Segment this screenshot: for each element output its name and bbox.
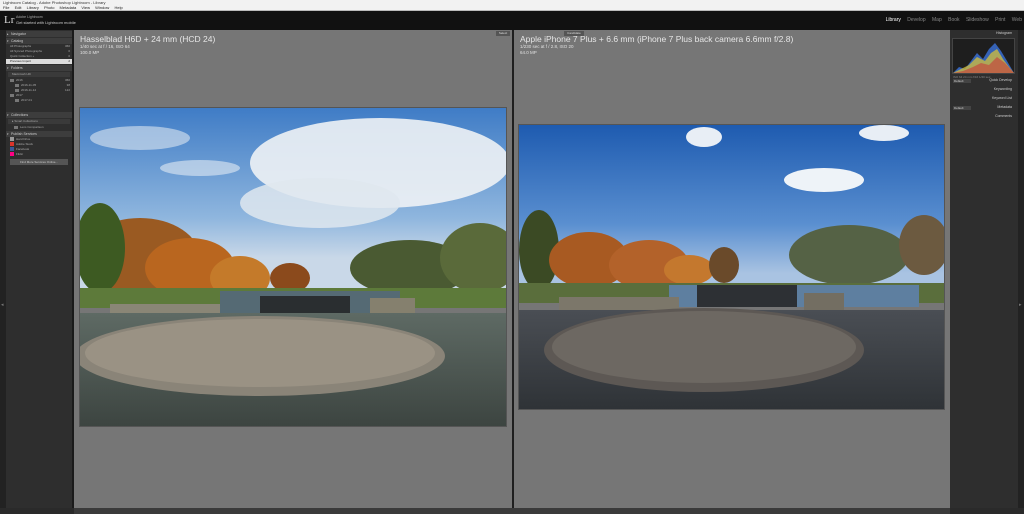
module-library[interactable]: Library bbox=[886, 17, 901, 23]
module-web[interactable]: Web bbox=[1012, 17, 1022, 23]
module-map[interactable]: Map bbox=[932, 17, 942, 23]
panel-spacer bbox=[6, 103, 72, 111]
right-panel-edge[interactable]: ▸ bbox=[1018, 30, 1024, 508]
menu-photo[interactable]: Photo bbox=[44, 5, 54, 10]
right-photo-camera-lens: Apple iPhone 7 Plus + 6.6 mm (iPhone 7 P… bbox=[520, 34, 794, 44]
module-book[interactable]: Book bbox=[948, 17, 959, 23]
folder-item[interactable]: 2017-01 bbox=[6, 98, 72, 103]
module-slideshow[interactable]: Slideshow bbox=[966, 17, 989, 23]
folder-icon bbox=[15, 88, 19, 92]
histogram-header[interactable]: Histogram bbox=[950, 30, 1018, 37]
flickr-icon bbox=[10, 152, 14, 157]
menu-file[interactable]: File bbox=[3, 5, 9, 10]
menu-library[interactable]: Library bbox=[27, 5, 39, 10]
collections-header[interactable]: ▾ Collections bbox=[6, 112, 72, 118]
right-panel: Histogram ISO 64 24 mm f/16 1/40 sec Def… bbox=[950, 30, 1018, 508]
menu-help[interactable]: Help bbox=[114, 5, 122, 10]
menu-view[interactable]: View bbox=[81, 5, 90, 10]
hard-drive-icon bbox=[10, 137, 14, 142]
catalog-item-previous-import[interactable]: Previous Import 2 bbox=[6, 59, 72, 64]
park-landscape-image bbox=[80, 108, 506, 426]
left-photo-megapixels: 100.0 MP bbox=[80, 50, 100, 55]
compare-pane-candidate: Candidate Apple iPhone 7 Plus + 6.6 mm (… bbox=[514, 30, 950, 508]
module-picker: Library Develop Map Book Slideshow Print… bbox=[881, 17, 1022, 23]
collapse-left-icon[interactable]: ◂ bbox=[1, 302, 4, 308]
folder-icon bbox=[10, 78, 14, 82]
quick-develop-header[interactable]: Quick Develop bbox=[950, 77, 1018, 84]
menu-window[interactable]: Window bbox=[95, 5, 109, 10]
left-panel: ▸ Navigator ▾ Catalog All Photographs 360… bbox=[6, 30, 72, 508]
collapse-right-icon[interactable]: ▸ bbox=[1019, 302, 1022, 308]
folder-icon bbox=[10, 93, 14, 97]
folder-icon bbox=[15, 98, 19, 102]
publish-flickr[interactable]: Flickr bbox=[6, 152, 72, 157]
identity-user: Adobe Lightroom bbox=[16, 15, 43, 19]
select-tag: Select bbox=[496, 31, 510, 36]
lightroom-logo: Lr bbox=[4, 14, 15, 26]
keyword-list-header[interactable]: Keyword List bbox=[950, 95, 1018, 102]
find-more-services-button[interactable]: Find More Services Online... bbox=[10, 159, 68, 165]
right-photo-metadata: 1/230 sec at f / 2.8, ISO 20 64.0 MP bbox=[520, 44, 574, 56]
menu-edit[interactable]: Edit bbox=[15, 5, 22, 10]
folder-icon bbox=[15, 83, 19, 87]
facebook-icon bbox=[10, 147, 14, 152]
compare-pane-select: Select Hasselblad H6D + 24 mm (HCD 24) 1… bbox=[74, 30, 512, 508]
candidate-photo[interactable] bbox=[518, 124, 945, 410]
left-photo-metadata: 1/40 sec at f / 16, ISO 64 100.0 MP bbox=[80, 44, 130, 56]
keywording-header[interactable]: Keywording bbox=[950, 86, 1018, 93]
module-print[interactable]: Print bbox=[995, 17, 1005, 23]
folders-header[interactable]: ▾ Folders bbox=[6, 65, 72, 71]
disclosure-triangle-icon: ▸ bbox=[7, 32, 9, 36]
metadata-header[interactable]: Metadata bbox=[950, 104, 1018, 111]
menu-metadata[interactable]: Metadata bbox=[60, 5, 77, 10]
disclosure-triangle-icon: ▾ bbox=[7, 113, 9, 117]
adobe-stock-icon bbox=[10, 142, 14, 147]
folders-volume[interactable]: Macintosh HD bbox=[8, 72, 70, 77]
toolbar[interactable] bbox=[74, 508, 950, 514]
histogram-chart bbox=[953, 43, 1014, 73]
mobile-sync-link[interactable]: Get started with Lightroom mobile bbox=[16, 20, 76, 25]
histogram bbox=[952, 38, 1015, 74]
park-landscape-image bbox=[519, 125, 944, 409]
left-photo-camera-lens: Hasselblad H6D + 24 mm (HCD 24) bbox=[80, 34, 216, 44]
right-photo-megapixels: 64.0 MP bbox=[520, 50, 537, 55]
bottom-right-strip bbox=[950, 508, 1024, 514]
collection-set-smart[interactable]: ▸ Smart Collections bbox=[8, 119, 70, 124]
module-develop[interactable]: Develop bbox=[907, 17, 925, 23]
select-photo[interactable] bbox=[79, 107, 507, 427]
collection-icon bbox=[14, 125, 18, 129]
comments-header[interactable]: Comments bbox=[950, 113, 1018, 120]
identity-plate: Lr Adobe Lightroom Get started with Ligh… bbox=[0, 11, 1024, 30]
navigator-header[interactable]: ▸ Navigator bbox=[6, 31, 72, 37]
disclosure-triangle-icon: ▾ bbox=[7, 66, 9, 70]
bottom-left-strip bbox=[0, 508, 74, 514]
collection-item[interactable]: Lens Comparison bbox=[6, 125, 72, 130]
